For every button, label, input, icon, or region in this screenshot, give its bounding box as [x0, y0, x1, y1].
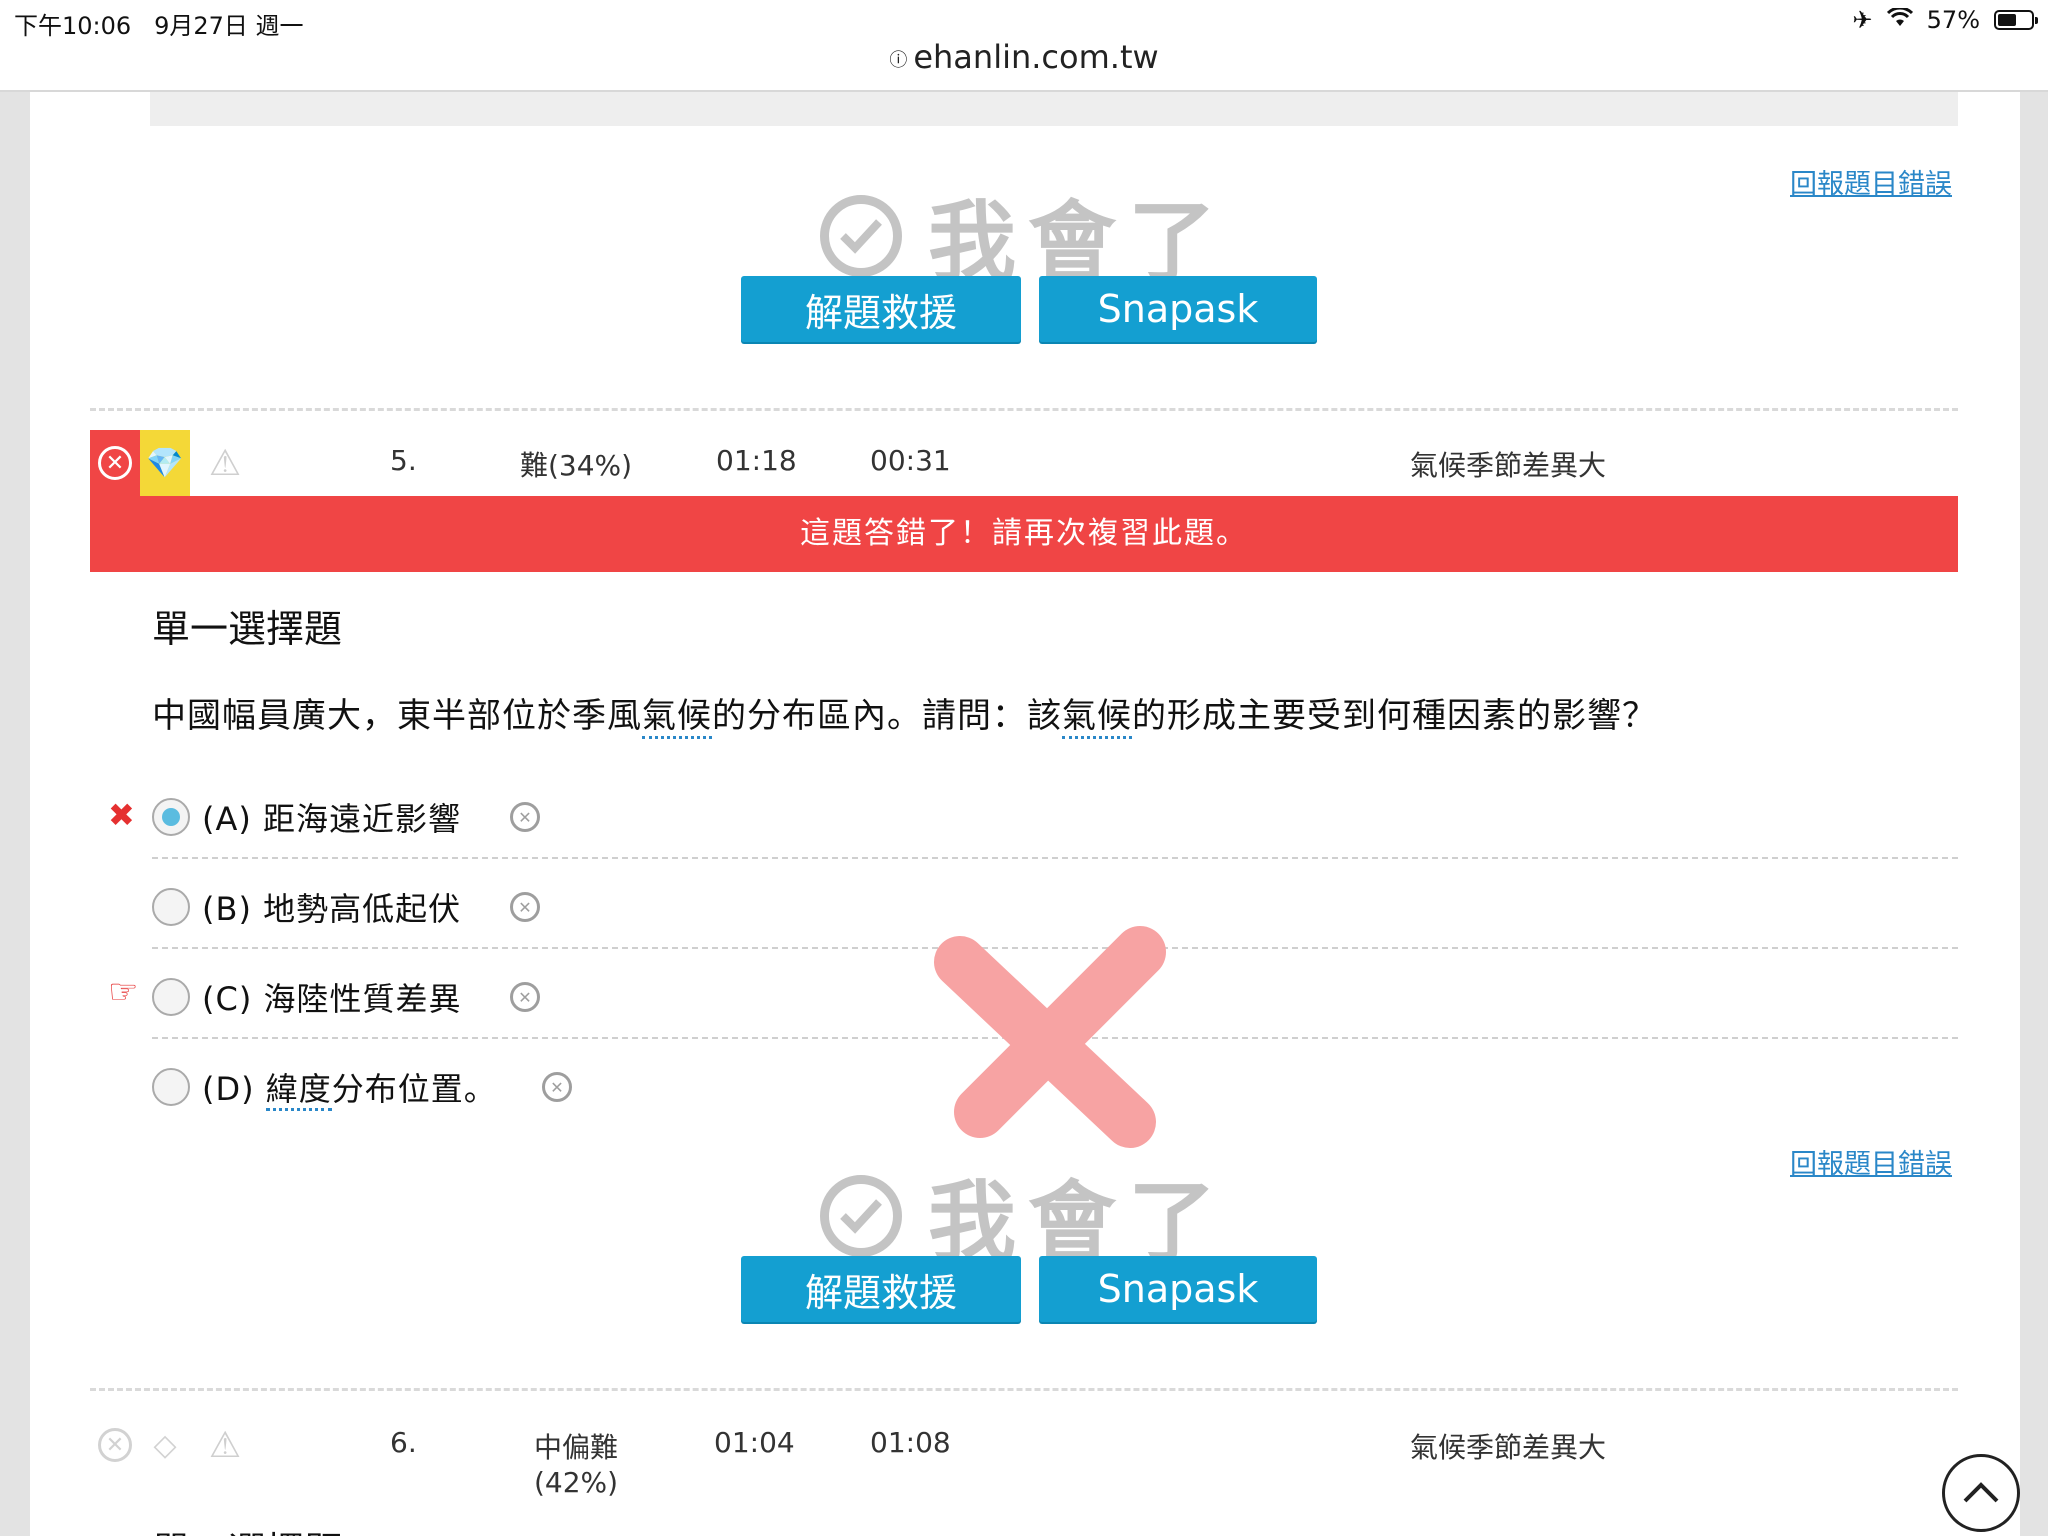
question-text-part: 的分布區內。請問：該	[712, 696, 1062, 736]
time-used: 01:04	[714, 1426, 795, 1459]
diamond-icon[interactable]: ◇	[140, 1412, 190, 1478]
check-circle-icon	[820, 194, 902, 277]
report-error-link[interactable]: 回報題目錯誤	[1790, 1142, 1952, 1181]
eliminate-option-icon[interactable]: ✕	[510, 802, 540, 832]
chevron-up-icon	[1963, 1482, 1999, 1503]
option-divider	[152, 857, 1958, 859]
wrong-answer-banner: 這題答錯了！請再次複習此題。	[90, 496, 1958, 572]
radio-d[interactable]	[152, 1068, 190, 1106]
warning-icon[interactable]: ⚠	[200, 430, 250, 496]
status-bar: 下午10:06 9月27日 週一 ✈ 57% ⓘ ehanlin.com.tw	[0, 0, 2048, 92]
question-divider	[90, 408, 1958, 411]
question-number: 6.	[390, 1426, 417, 1459]
option-label: (A) 距海遠近影響	[202, 800, 462, 838]
question-topic: 氣候季節差異大	[1410, 449, 1607, 482]
time-average: 00:31	[870, 444, 951, 477]
radio-b[interactable]	[152, 888, 190, 926]
snapask-button[interactable]: Snapask	[1039, 1256, 1317, 1322]
question-header-row: ✕ 💎 ⚠ 5. 難(34%) 01:18 00:31 氣候季節差異大	[90, 430, 1958, 496]
scroll-to-top-button[interactable]	[1942, 1454, 2020, 1532]
question-topic: 氣候季節差異大	[1410, 1431, 1607, 1464]
wrong-overlay-x-icon	[934, 926, 1166, 1148]
eliminate-option-icon[interactable]: ✕	[542, 1072, 572, 1102]
option-a[interactable]: (A) 距海遠近影響 ✕	[152, 786, 1958, 846]
main-panel: 回報題目錯誤 我會了 解題救援 Snapask ✕ 💎 ⚠ 5. 難(34%) …	[30, 92, 2020, 1536]
right-margin-decoration	[2020, 92, 2048, 1536]
left-margin-decoration	[0, 92, 30, 1536]
question-difficulty: 難(34%)	[520, 449, 633, 482]
option-label: (B) 地勢高低起伏	[202, 890, 462, 928]
difficulty-line: (42%)	[534, 1466, 619, 1499]
wifi-icon	[1886, 6, 1913, 34]
option-label-part: 分布位置。	[331, 1070, 497, 1108]
check-circle-icon	[820, 1174, 902, 1257]
warning-icon[interactable]: ⚠	[200, 1412, 250, 1478]
question-divider	[90, 1388, 1958, 1391]
address-bar[interactable]: ⓘ ehanlin.com.tw	[0, 38, 2048, 76]
battery-fill	[1998, 14, 2017, 26]
difficulty-line: 中偏難	[534, 1431, 619, 1464]
eliminate-option-icon[interactable]: ✕	[510, 892, 540, 922]
radio-a[interactable]	[152, 798, 190, 836]
correct-answer-hand-icon: ☞	[108, 972, 139, 1012]
option-label: (D) 緯度分布位置。	[202, 1064, 497, 1111]
info-icon: ⓘ	[889, 50, 908, 71]
question-difficulty: 中偏難 (42%)	[534, 1426, 618, 1499]
help-button[interactable]: 解題救援	[741, 276, 1021, 342]
status-time: 下午10:06	[14, 12, 132, 40]
question-text-part: 中國幅員廣大，東半部位於季風	[152, 696, 642, 736]
option-label-part: (D)	[202, 1070, 266, 1108]
diamond-icon[interactable]: 💎	[140, 430, 190, 496]
status-date: 9月27日 週一	[154, 12, 304, 40]
question-type: 單一選擇題	[152, 607, 343, 651]
glossary-term[interactable]: 緯度	[265, 1070, 332, 1111]
time-used: 01:18	[716, 444, 797, 477]
wrong-choice-mark-icon: ✖	[108, 796, 135, 834]
question-number: 5.	[390, 444, 417, 477]
radio-c[interactable]	[152, 978, 190, 1016]
battery-percent: 57%	[1926, 6, 1980, 34]
snapask-button[interactable]: Snapask	[1039, 276, 1317, 342]
battery-icon	[1994, 10, 2038, 30]
question-text-part: 的形成主要受到何種因素的影響？	[1132, 696, 1657, 736]
url-text: ehanlin.com.tw	[913, 38, 1159, 76]
status-time-date: 下午10:06 9月27日 週一	[14, 6, 304, 41]
wrong-answer-icon: ✕	[90, 1412, 140, 1478]
status-right: ✈ 57%	[1852, 6, 2038, 34]
report-error-link[interactable]: 回報題目錯誤	[1790, 162, 1952, 201]
option-label: (C) 海陸性質差異	[202, 980, 462, 1018]
wrong-answer-icon: ✕	[90, 430, 140, 496]
glossary-term[interactable]: 氣候	[642, 696, 712, 739]
question-header-row: ✕ ◇ ⚠ 6. 中偏難 (42%) 01:04 01:08 氣候季節差異大	[90, 1412, 1958, 1512]
help-button[interactable]: 解題救援	[741, 1256, 1021, 1322]
time-average: 01:08	[870, 1426, 951, 1459]
glossary-term[interactable]: 氣候	[1062, 696, 1132, 739]
previous-content-strip	[150, 92, 1958, 126]
question-text: 中國幅員廣大，東半部位於季風氣候的分布區內。請問：該氣候的形成主要受到何種因素的…	[152, 688, 1657, 739]
airplane-icon: ✈	[1852, 6, 1873, 34]
eliminate-option-icon[interactable]: ✕	[510, 982, 540, 1012]
question-type: 單一選擇題	[152, 1520, 342, 1536]
